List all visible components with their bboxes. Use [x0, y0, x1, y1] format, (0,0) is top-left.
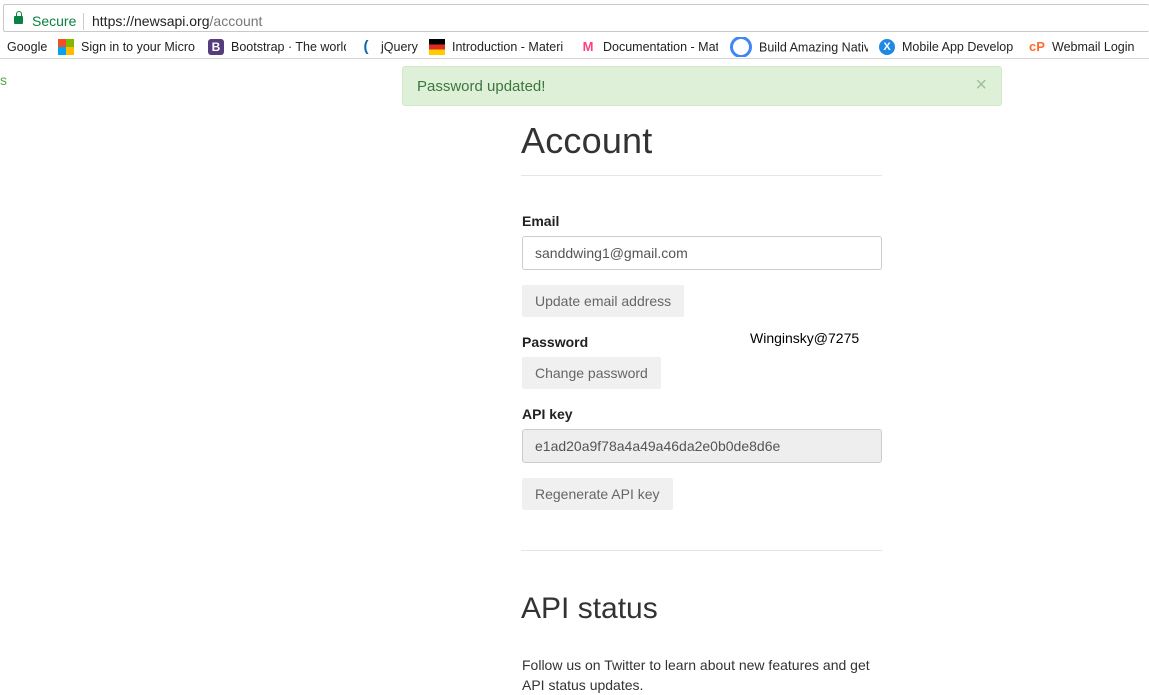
bookmark-label: Mobile App Develop — [902, 40, 1014, 54]
url-host: https://newsapi.org — [92, 13, 210, 29]
alert-message: Password updated! — [417, 78, 546, 95]
password-label: Password — [522, 334, 589, 350]
materialize-icon — [429, 38, 445, 55]
bookmark-label: Google — [7, 40, 48, 54]
bookmark-label: Introduction - Materi — [452, 40, 564, 54]
api-key-field[interactable] — [522, 429, 882, 463]
bookmark-materialize[interactable]: Introduction - Materi — [429, 37, 569, 57]
page-title: Account — [521, 120, 653, 161]
bookmark-label: Bootstrap · The world — [231, 40, 346, 54]
email-field[interactable] — [522, 236, 882, 270]
bookmark-microsoft[interactable]: Sign in to your Micro — [58, 37, 195, 57]
bookmark-webmail[interactable]: cP Webmail Login — [1029, 37, 1134, 57]
bookmark-jquery[interactable]: ( jQuery — [358, 37, 418, 57]
api-key-label: API key — [522, 406, 573, 422]
cpanel-icon: cP — [1029, 38, 1045, 54]
bookmark-google[interactable]: Google — [7, 37, 47, 57]
change-password-button[interactable]: Change password — [522, 357, 661, 389]
microsoft-icon — [58, 38, 74, 55]
xamarin-icon: X — [879, 38, 895, 55]
url-path: /account — [209, 13, 263, 29]
bookmark-bootstrap[interactable]: B Bootstrap · The world — [208, 37, 346, 57]
bookmark-ionic[interactable]: Build Amazing Native — [730, 37, 868, 57]
api-status-text: Follow us on Twitter to learn about new … — [522, 657, 870, 693]
bookmark-label: Sign in to your Micro — [81, 40, 195, 54]
omnibox[interactable]: Secure https://newsapi.org/account — [3, 4, 1149, 32]
url-text[interactable]: https://newsapi.org/account — [92, 13, 262, 29]
bookmark-label: jQuery — [381, 40, 418, 54]
bookmarks-bar: Google Sign in to your Micro B Bootstrap … — [0, 36, 1149, 59]
bootstrap-icon: B — [208, 38, 224, 55]
bookmark-xamarin[interactable]: X Mobile App Develop — [879, 37, 1018, 57]
bookmark-material-docs[interactable]: M Documentation - Mat — [580, 37, 718, 57]
api-status-title: API status — [521, 592, 658, 625]
omnibox-divider — [83, 13, 84, 30]
divider — [521, 550, 882, 551]
password-note: Winginsky@7275 — [750, 330, 860, 346]
address-bar: Secure https://newsapi.org/account — [0, 0, 1149, 36]
update-email-button[interactable]: Update email address — [522, 285, 685, 317]
material-icon: M — [582, 38, 594, 54]
regenerate-api-key-button[interactable]: Regenerate API key — [522, 478, 673, 510]
bookmark-label: Webmail Login — [1052, 40, 1135, 54]
bookmark-label: Documentation - Mat — [603, 40, 718, 54]
email-label: Email — [522, 213, 560, 229]
ionic-icon — [730, 37, 752, 57]
divider — [521, 175, 882, 176]
close-icon[interactable]: × — [975, 75, 987, 95]
lock-icon — [14, 11, 23, 24]
jquery-icon: ( — [363, 37, 369, 55]
secure-label: Secure — [32, 13, 77, 29]
success-alert: Password updated! × — [402, 66, 1002, 106]
bookmark-label: Build Amazing Native — [759, 40, 868, 55]
left-link-fragment[interactable]: s — [0, 72, 7, 88]
